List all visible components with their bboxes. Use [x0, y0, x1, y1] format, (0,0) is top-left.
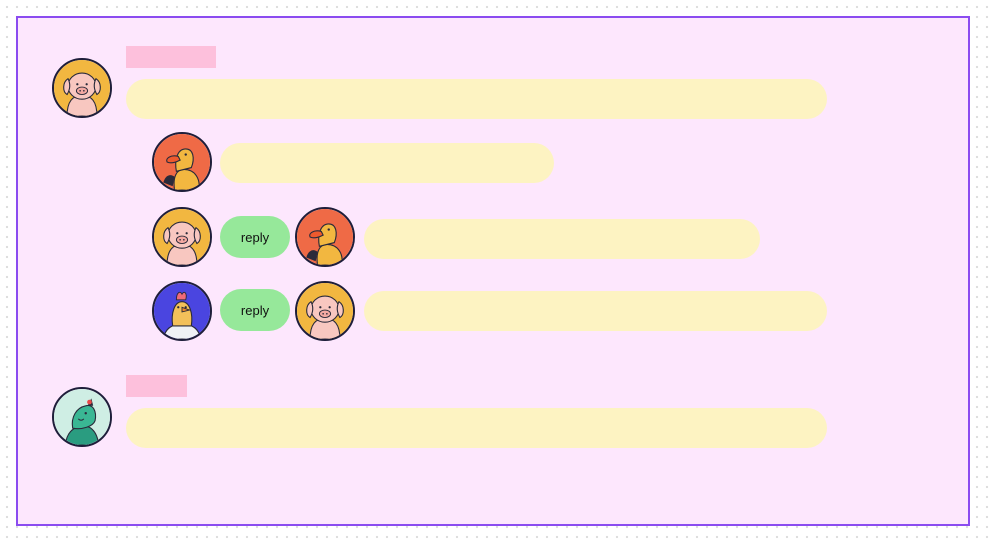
- reply-body: [364, 291, 827, 331]
- dragon-avatar[interactable]: [52, 387, 112, 447]
- pig-avatar[interactable]: [295, 281, 355, 341]
- comment-body: [126, 79, 827, 119]
- reply-button[interactable]: reply: [220, 216, 290, 258]
- reply-button[interactable]: reply: [220, 289, 290, 331]
- chicken-avatar[interactable]: [152, 281, 212, 341]
- reply-body: [364, 219, 760, 259]
- comment-author-name: [126, 375, 187, 397]
- duck-avatar[interactable]: [152, 132, 212, 192]
- comment-author-name: [126, 46, 216, 68]
- duck-avatar[interactable]: [295, 207, 355, 267]
- reply-body: [220, 143, 554, 183]
- pig-avatar[interactable]: [52, 58, 112, 118]
- comment-body: [126, 408, 827, 448]
- pig-avatar[interactable]: [152, 207, 212, 267]
